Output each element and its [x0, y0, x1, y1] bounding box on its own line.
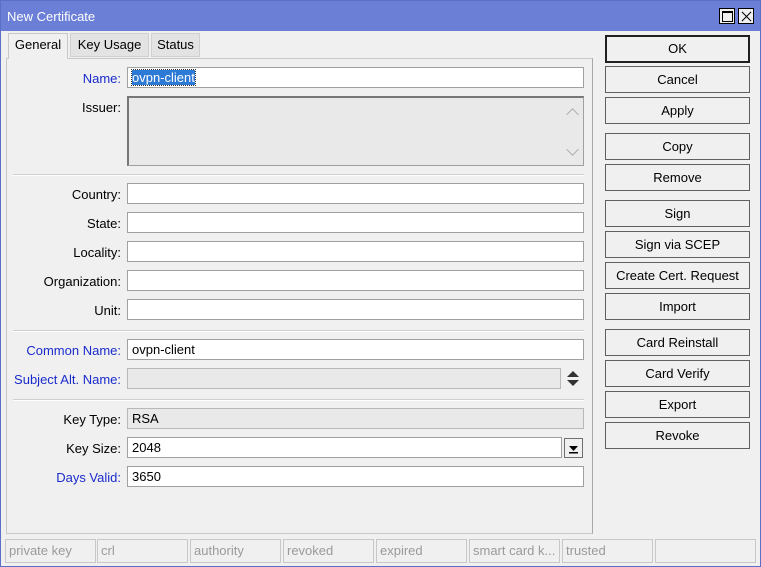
status-revoked: revoked: [283, 539, 374, 563]
ok-button[interactable]: OK: [605, 35, 750, 63]
status-crl: crl: [97, 539, 188, 563]
revoke-button[interactable]: Revoke: [605, 422, 750, 449]
status-authority: authority: [190, 539, 281, 563]
card-reinstall-button[interactable]: Card Reinstall: [605, 329, 750, 356]
close-icon[interactable]: [738, 8, 754, 24]
card-verify-button[interactable]: Card Verify: [605, 360, 750, 387]
status-smart-card-key: smart card k...: [469, 539, 560, 563]
status-private-key: private key: [5, 539, 96, 563]
window-title: New Certificate: [7, 9, 96, 24]
apply-button[interactable]: Apply: [605, 97, 750, 124]
cancel-button[interactable]: Cancel: [605, 66, 750, 93]
export-button[interactable]: Export: [605, 391, 750, 418]
sign-button[interactable]: Sign: [605, 200, 750, 227]
maximize-icon[interactable]: [719, 8, 735, 24]
status-empty: [655, 539, 756, 563]
status-trusted: trusted: [562, 539, 653, 563]
sign-via-scep-button[interactable]: Sign via SCEP: [605, 231, 750, 258]
new-certificate-window: New Certificate General Key Usage Status…: [0, 0, 761, 567]
tab-status[interactable]: Status: [151, 33, 200, 57]
create-cert-request-button[interactable]: Create Cert. Request: [605, 262, 750, 289]
title-bar[interactable]: New Certificate: [1, 1, 760, 31]
general-panel: [6, 58, 593, 534]
tab-general[interactable]: General: [8, 33, 68, 59]
status-expired: expired: [376, 539, 467, 563]
import-button[interactable]: Import: [605, 293, 750, 320]
copy-button[interactable]: Copy: [605, 133, 750, 160]
tab-key-usage[interactable]: Key Usage: [70, 33, 149, 57]
remove-button[interactable]: Remove: [605, 164, 750, 191]
